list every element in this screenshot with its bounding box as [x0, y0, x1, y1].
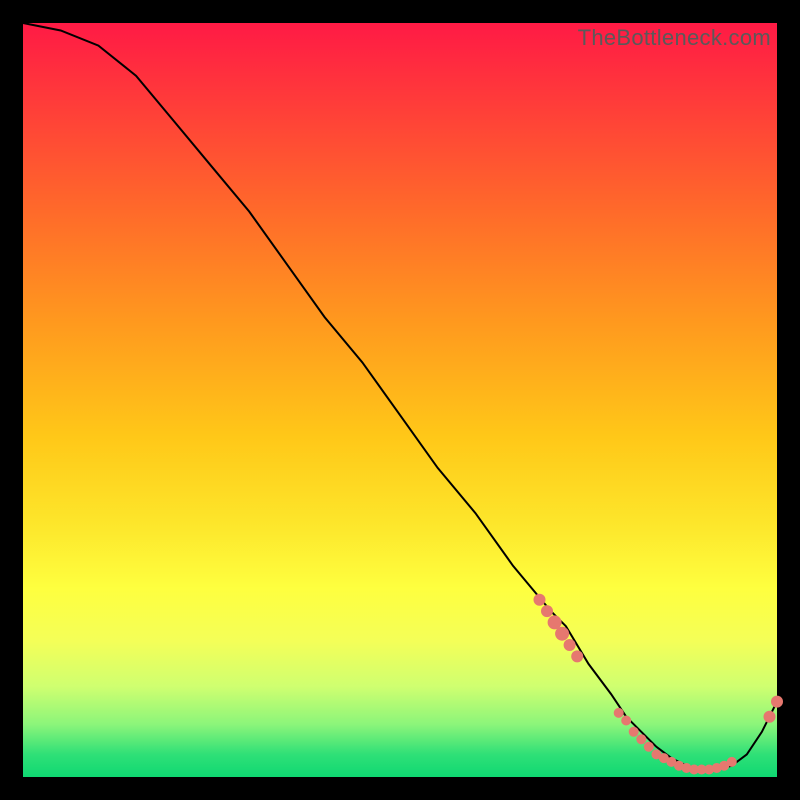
- data-marker: [629, 727, 639, 737]
- bottleneck-curve-line: [23, 23, 777, 770]
- data-marker: [621, 716, 631, 726]
- data-marker: [555, 627, 569, 641]
- data-marker: [644, 742, 654, 752]
- data-marker: [541, 605, 553, 617]
- data-marker: [614, 708, 624, 718]
- data-marker: [764, 711, 776, 723]
- data-marker: [564, 639, 576, 651]
- data-marker: [571, 650, 583, 662]
- data-marker: [636, 734, 646, 744]
- chart-frame: TheBottleneck.com: [0, 0, 800, 800]
- chart-svg: [23, 23, 777, 777]
- plot-area: TheBottleneck.com: [23, 23, 777, 777]
- data-marker: [534, 594, 546, 606]
- data-marker: [771, 696, 783, 708]
- data-marker: [727, 757, 737, 767]
